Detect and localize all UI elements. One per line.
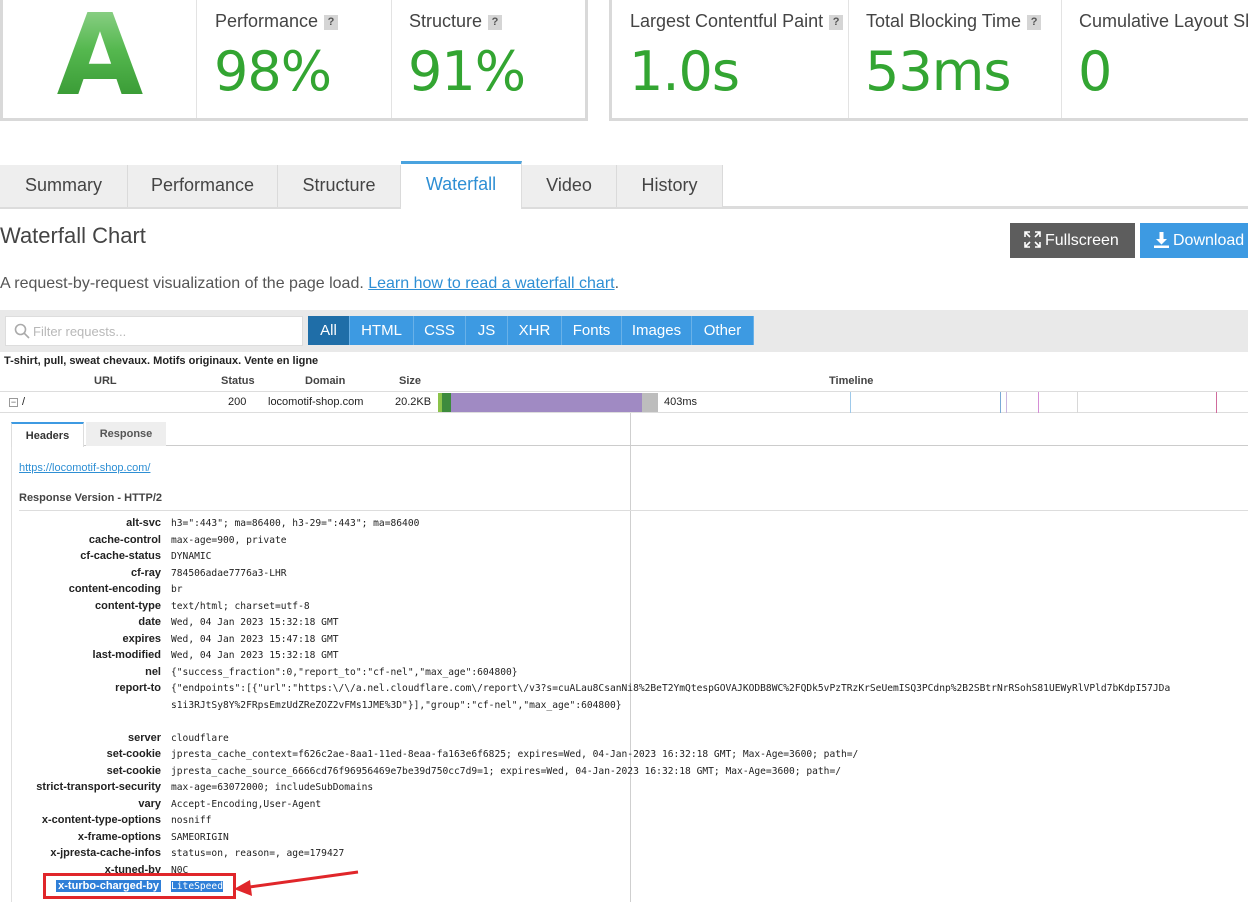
filter-bar: All HTML CSS JS XHR Fonts Images Other bbox=[0, 310, 1248, 352]
collapse-icon[interactable]: − bbox=[9, 398, 18, 407]
help-icon[interactable]: ? bbox=[488, 15, 503, 30]
metric-tbt: Total Blocking Time? 53ms bbox=[848, 0, 1060, 118]
tab-history[interactable]: History bbox=[617, 165, 723, 207]
fullscreen-label: Fullscreen bbox=[1045, 232, 1119, 249]
metric-structure: Structure? 91% bbox=[391, 0, 585, 118]
fullscreen-button[interactable]: Fullscreen bbox=[1010, 223, 1135, 258]
row-time: 403ms bbox=[664, 396, 698, 408]
tab-headers[interactable]: Headers bbox=[11, 422, 84, 447]
metric-cls: Cumulative Layout Shif 0 bbox=[1061, 0, 1248, 118]
metric-label: Cumulative Layout Shif bbox=[1079, 11, 1248, 31]
filter-all[interactable]: All bbox=[308, 316, 350, 345]
grade-letter: A bbox=[3, 0, 197, 118]
timing-marker bbox=[1038, 392, 1039, 413]
request-url-link[interactable]: https://locomotif-shop.com/ bbox=[19, 462, 150, 474]
download-label: Download bbox=[1173, 232, 1245, 249]
tab-summary[interactable]: Summary bbox=[0, 165, 128, 207]
web-vitals-panel: Largest Contentful Paint? 1.0s Total Blo… bbox=[609, 0, 1248, 121]
detail-tabs: Headers Response bbox=[11, 422, 1248, 447]
metric-label: Largest Contentful Paint bbox=[630, 11, 824, 31]
timing-marker bbox=[1006, 392, 1007, 413]
col-size: Size bbox=[399, 375, 422, 387]
timing-wait bbox=[451, 393, 642, 412]
timing-marker bbox=[1216, 392, 1217, 413]
divider bbox=[19, 510, 1248, 511]
metric-value: 1.0s bbox=[629, 40, 740, 103]
tab-structure[interactable]: Structure bbox=[278, 165, 401, 207]
timing-marker bbox=[850, 392, 851, 413]
col-status: Status bbox=[221, 375, 255, 387]
metric-value: 98% bbox=[214, 40, 332, 103]
help-icon[interactable]: ? bbox=[324, 15, 339, 30]
table-row[interactable]: − / 200 locomotif-shop.com 20.2KB 403ms bbox=[0, 392, 1248, 413]
metric-label: Structure bbox=[409, 11, 483, 31]
tab-response[interactable]: Response bbox=[86, 422, 166, 446]
download-icon bbox=[1154, 232, 1169, 248]
filter-requests-input[interactable] bbox=[33, 321, 293, 341]
metric-value: 53ms bbox=[865, 40, 1011, 103]
grade-panel: A Performance? 98% Structure? 91% bbox=[0, 0, 588, 121]
annotation-arrow-icon bbox=[234, 870, 359, 896]
search-icon bbox=[14, 323, 30, 339]
col-domain: Domain bbox=[305, 375, 346, 387]
report-tabs: Summary Performance Structure Waterfall … bbox=[0, 161, 1248, 209]
filter-js[interactable]: JS bbox=[466, 316, 508, 345]
filter-search bbox=[5, 316, 303, 346]
filter-html[interactable]: HTML bbox=[350, 316, 414, 345]
metric-value: 0 bbox=[1078, 40, 1112, 103]
filter-xhr[interactable]: XHR bbox=[508, 316, 562, 345]
section-title: Waterfall Chart bbox=[0, 223, 146, 248]
page-title: T-shirt, pull, sweat chevaux. Motifs ori… bbox=[4, 355, 319, 367]
learn-waterfall-link[interactable]: Learn how to read a waterfall chart bbox=[368, 275, 614, 292]
col-timeline: Timeline bbox=[829, 375, 874, 387]
help-icon[interactable]: ? bbox=[829, 15, 844, 30]
col-url: URL bbox=[94, 375, 117, 387]
row-url: / bbox=[22, 396, 26, 408]
response-version: Response Version - HTTP/2 bbox=[19, 492, 163, 504]
fullscreen-icon bbox=[1024, 231, 1041, 248]
row-size: 20.2KB bbox=[395, 396, 432, 408]
section-description: A request-by-request visualization of th… bbox=[0, 275, 620, 292]
metric-label: Total Blocking Time bbox=[866, 11, 1022, 31]
tab-waterfall[interactable]: Waterfall bbox=[401, 161, 522, 209]
tab-video[interactable]: Video bbox=[522, 165, 617, 207]
tab-performance[interactable]: Performance bbox=[128, 165, 278, 207]
download-button[interactable]: Download bbox=[1140, 223, 1248, 258]
filter-css[interactable]: CSS bbox=[414, 316, 466, 345]
filter-fonts[interactable]: Fonts bbox=[562, 316, 622, 345]
divider bbox=[11, 446, 12, 902]
annotation-box bbox=[43, 873, 236, 899]
metric-label: Performance bbox=[215, 11, 319, 31]
grade-box: A bbox=[3, 0, 197, 118]
metric-performance: Performance? 98% bbox=[197, 0, 391, 118]
waterfall-header: URL Status Domain Size Timeline bbox=[0, 372, 1248, 392]
filter-images[interactable]: Images bbox=[622, 316, 692, 345]
help-icon[interactable]: ? bbox=[1027, 15, 1042, 30]
metric-value: 91% bbox=[408, 40, 526, 103]
metric-lcp: Largest Contentful Paint? 1.0s bbox=[612, 0, 848, 118]
timing-marker bbox=[1077, 392, 1078, 413]
timing-marker bbox=[1000, 392, 1001, 413]
timing-connect bbox=[442, 393, 451, 412]
timing-receive bbox=[642, 393, 658, 412]
filter-other[interactable]: Other bbox=[692, 316, 754, 345]
row-status: 200 bbox=[228, 396, 247, 408]
row-domain: locomotif-shop.com bbox=[268, 396, 364, 408]
